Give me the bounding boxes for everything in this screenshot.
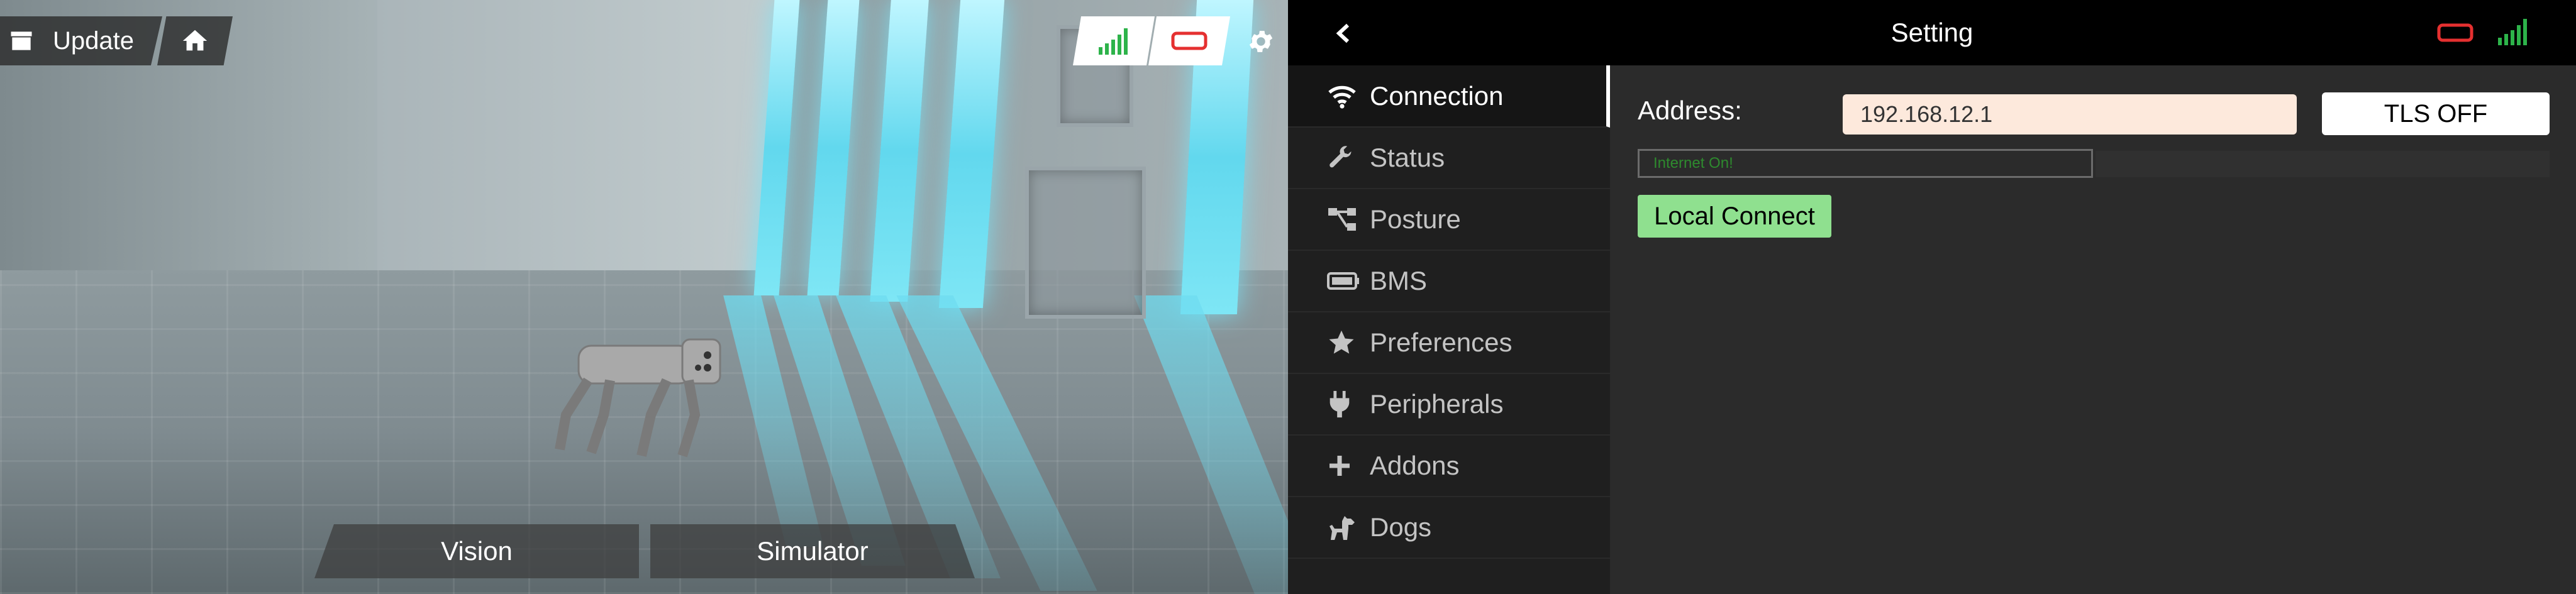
sidebar-item-label: Connection bbox=[1370, 80, 1504, 111]
tab-vision[interactable]: Vision bbox=[314, 524, 639, 578]
gear-icon bbox=[1249, 31, 1273, 52]
star-icon bbox=[1329, 330, 1354, 354]
simulator-viewport[interactable]: Update Vision Simulator bbox=[0, 0, 1288, 594]
settings-header: Setting bbox=[1288, 0, 2576, 65]
sidebar-item-label: Peripherals bbox=[1370, 388, 1504, 419]
sidebar-item-status[interactable]: Status bbox=[1288, 127, 1610, 189]
plus-icon bbox=[1330, 455, 1350, 476]
battery-icon bbox=[1171, 31, 1208, 50]
battery-icon bbox=[2437, 23, 2473, 42]
page-title: Setting bbox=[1890, 18, 1974, 47]
settings-sidebar: Connection Status Posture BMS Preference… bbox=[1288, 65, 1610, 594]
update-label: Update bbox=[53, 26, 134, 55]
settings-panel: Setting Connection Status Posture BMS Pr… bbox=[1288, 0, 2576, 594]
wall-panel bbox=[1025, 167, 1146, 319]
signal-icon bbox=[1099, 28, 1128, 55]
sidebar-item-peripherals[interactable]: Peripherals bbox=[1288, 373, 1610, 436]
tab-vision-label: Vision bbox=[441, 536, 513, 566]
address-input[interactable] bbox=[1843, 94, 2297, 135]
sidebar-item-addons[interactable]: Addons bbox=[1288, 435, 1610, 497]
sidebar-item-label: Addons bbox=[1370, 450, 1460, 480]
signal-icon bbox=[2498, 19, 2527, 45]
update-button[interactable]: Update bbox=[0, 16, 162, 65]
sidebar-item-posture[interactable]: Posture bbox=[1288, 189, 1610, 251]
sidebar-item-label: Dogs bbox=[1370, 512, 1432, 542]
internet-status-field: Internet On! bbox=[1638, 149, 2093, 178]
address-label: Address: bbox=[1638, 96, 1742, 125]
battery-indicator bbox=[1148, 16, 1230, 65]
sidebar-item-label: Posture bbox=[1370, 204, 1461, 234]
tab-simulator[interactable]: Simulator bbox=[650, 524, 975, 578]
sidebar-item-label: Preferences bbox=[1370, 327, 1513, 357]
local-connect-button[interactable]: Local Connect bbox=[1638, 195, 1831, 238]
hierarchy-icon bbox=[1328, 207, 1356, 231]
home-icon bbox=[182, 30, 208, 51]
tab-simulator-label: Simulator bbox=[757, 536, 869, 566]
home-button[interactable] bbox=[157, 16, 233, 65]
wifi-icon bbox=[1328, 85, 1356, 109]
sidebar-item-dogs[interactable]: Dogs bbox=[1288, 497, 1610, 559]
sidebar-item-connection[interactable]: Connection bbox=[1288, 65, 1610, 128]
sidebar-item-label: Status bbox=[1370, 142, 1445, 172]
sidebar-item-bms[interactable]: BMS bbox=[1288, 250, 1610, 312]
box-icon bbox=[11, 31, 32, 50]
dog-icon bbox=[1330, 515, 1355, 540]
wrench-icon bbox=[1330, 145, 1352, 167]
internet-status-track bbox=[2096, 151, 2550, 177]
battery-icon bbox=[1327, 272, 1359, 290]
robot-dog[interactable] bbox=[541, 327, 742, 459]
signal-indicator bbox=[1073, 16, 1155, 65]
tls-toggle-button[interactable]: TLS OFF bbox=[2322, 92, 2550, 135]
plug-icon bbox=[1330, 390, 1350, 417]
sidebar-item-label: BMS bbox=[1370, 265, 1428, 295]
settings-button[interactable] bbox=[1239, 23, 1283, 60]
sidebar-item-preferences[interactable]: Preferences bbox=[1288, 312, 1610, 374]
